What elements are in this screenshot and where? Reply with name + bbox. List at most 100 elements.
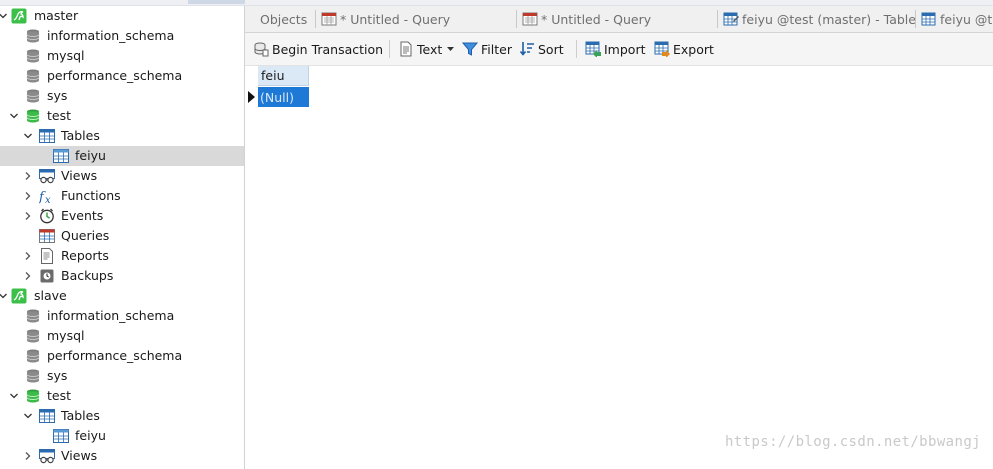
table-toolbar: Begin Transaction Text Filter Sort Impor… [245, 33, 993, 66]
tree-item-information-schema[interactable]: information_schema [0, 26, 244, 46]
tree-item-tables[interactable]: Tables [0, 126, 244, 146]
tab-table-master[interactable]: feiyu @test (master) - Table [723, 6, 916, 32]
tree-item-label: Views [61, 448, 98, 463]
views-icon [39, 448, 55, 464]
tree-item-backups[interactable]: Backups [0, 266, 244, 286]
tab-query-2[interactable]: * Untitled - Query [522, 6, 651, 32]
chevron-down-icon[interactable] [0, 10, 9, 22]
queries-icon [39, 228, 55, 244]
chevron-down-icon[interactable] [8, 390, 20, 402]
chevron-down-icon[interactable] [8, 110, 20, 122]
filter-button[interactable]: Filter [462, 38, 512, 60]
chevron-right-icon[interactable] [22, 250, 34, 262]
data-grid[interactable]: feiu (Null) [245, 66, 993, 469]
tree-item-performance-schema[interactable]: performance_schema [0, 66, 244, 86]
import-button[interactable]: Import [585, 38, 646, 60]
function-icon: fx [39, 188, 55, 204]
tree-item-label: Events [61, 208, 104, 223]
tree-item-views[interactable]: Views [0, 446, 244, 466]
connection-tree-sidebar[interactable]: master information_schema mysql performance… [0, 6, 245, 469]
tab-bar: Objects * Untitled - Query * Untitled - … [245, 6, 993, 33]
tab-query-1[interactable]: * Untitled - Query [321, 6, 450, 32]
chevron-right-icon[interactable] [22, 190, 34, 202]
tree-item-feiyu[interactable]: feiyu [0, 146, 244, 166]
text-label: Text [417, 41, 443, 57]
navicat-window: master information_schema mysql performance… [0, 0, 993, 469]
tree-item-feiyu[interactable]: feiyu [0, 426, 244, 446]
tree-item-information-schema[interactable]: information_schema [0, 306, 244, 326]
svg-text:x: x [45, 195, 51, 204]
tab-separator [717, 10, 718, 28]
tree-item-sys[interactable]: sys [0, 366, 244, 386]
tree-item-label: mysql [47, 328, 85, 343]
table-tab-icon [921, 11, 937, 27]
chevron-right-icon[interactable] [22, 170, 34, 182]
chevron-down-icon[interactable] [22, 410, 34, 422]
toolbar-separator [389, 40, 390, 58]
tree-item-label: Backups [61, 268, 114, 283]
chevron-right-icon[interactable] [22, 270, 34, 282]
grid-cell-selected[interactable]: (Null) [258, 87, 309, 107]
tree-item-label: information_schema [47, 28, 175, 43]
tree-item-label: slave [34, 288, 67, 303]
filter-icon [462, 41, 478, 57]
database-icon [25, 348, 41, 364]
grid-cell-value: (Null) [260, 89, 294, 105]
database-icon [25, 48, 41, 64]
begin-transaction-button[interactable]: Begin Transaction [253, 38, 383, 60]
top-strip-active-indicator [188, 0, 245, 4]
tables-icon [39, 128, 55, 144]
tree-item-reports[interactable]: Reports [0, 246, 244, 266]
chevron-down-icon[interactable] [0, 290, 9, 302]
tree-item-label: feiyu [75, 148, 106, 163]
import-icon [585, 41, 601, 57]
tree-item-queries[interactable]: Queries [0, 226, 244, 246]
tab-objects[interactable]: Objects [260, 6, 307, 32]
chevron-right-icon[interactable] [22, 210, 34, 222]
database-icon [25, 368, 41, 384]
tab-separator [915, 10, 916, 28]
watermark-text: https://blog.csdn.net/bbwangj [724, 434, 981, 450]
database-icon [25, 328, 41, 344]
chevron-right-icon[interactable] [22, 450, 34, 462]
text-document-icon [398, 41, 414, 57]
tree-item-tables[interactable]: Tables [0, 406, 244, 426]
tab-table-test[interactable]: feiyu @te [921, 6, 993, 32]
database-icon [25, 88, 41, 104]
tree-item-label: test [47, 108, 72, 123]
transaction-icon [253, 41, 269, 57]
query-tab-icon [522, 11, 538, 27]
tree-item-label: sys [47, 368, 68, 383]
tree-item-sys[interactable]: sys [0, 86, 244, 106]
sort-label: Sort [538, 41, 564, 57]
tree-item-label: master [34, 8, 79, 23]
tree-item-views[interactable]: Views [0, 166, 244, 186]
tab-label: * Untitled - Query [340, 11, 451, 27]
tree-item-label: Queries [61, 228, 110, 243]
tree-item-mysql[interactable]: mysql [0, 46, 244, 66]
tree-item-slave[interactable]: slave [0, 286, 244, 306]
mysql-connection-icon [11, 8, 27, 24]
toolbar-separator [576, 40, 577, 58]
export-button[interactable]: Export [654, 38, 714, 60]
tree-item-master[interactable]: master [0, 6, 244, 26]
tree-item-mysql[interactable]: mysql [0, 326, 244, 346]
text-button[interactable]: Text [398, 38, 455, 60]
tree-item-performance-schema[interactable]: performance_schema [0, 346, 244, 366]
tab-label: Objects [260, 11, 308, 27]
column-header-feiu[interactable]: feiu [258, 66, 309, 86]
tree-item-events[interactable]: Events [0, 206, 244, 226]
events-icon [39, 208, 55, 224]
tree-item-functions[interactable]: f x Functions [0, 186, 244, 206]
chevron-down-icon[interactable] [22, 130, 34, 142]
tree-item-label: Tables [61, 128, 100, 143]
tab-label: * Untitled - Query [541, 11, 652, 27]
tree-item-test[interactable]: test [0, 106, 244, 126]
tab-separator [315, 10, 316, 28]
sort-button[interactable]: Sort [519, 38, 564, 60]
filter-label: Filter [481, 41, 512, 57]
tree-item-test[interactable]: test [0, 386, 244, 406]
database-open-icon [25, 108, 41, 124]
database-icon [25, 308, 41, 324]
sort-icon [519, 41, 535, 57]
